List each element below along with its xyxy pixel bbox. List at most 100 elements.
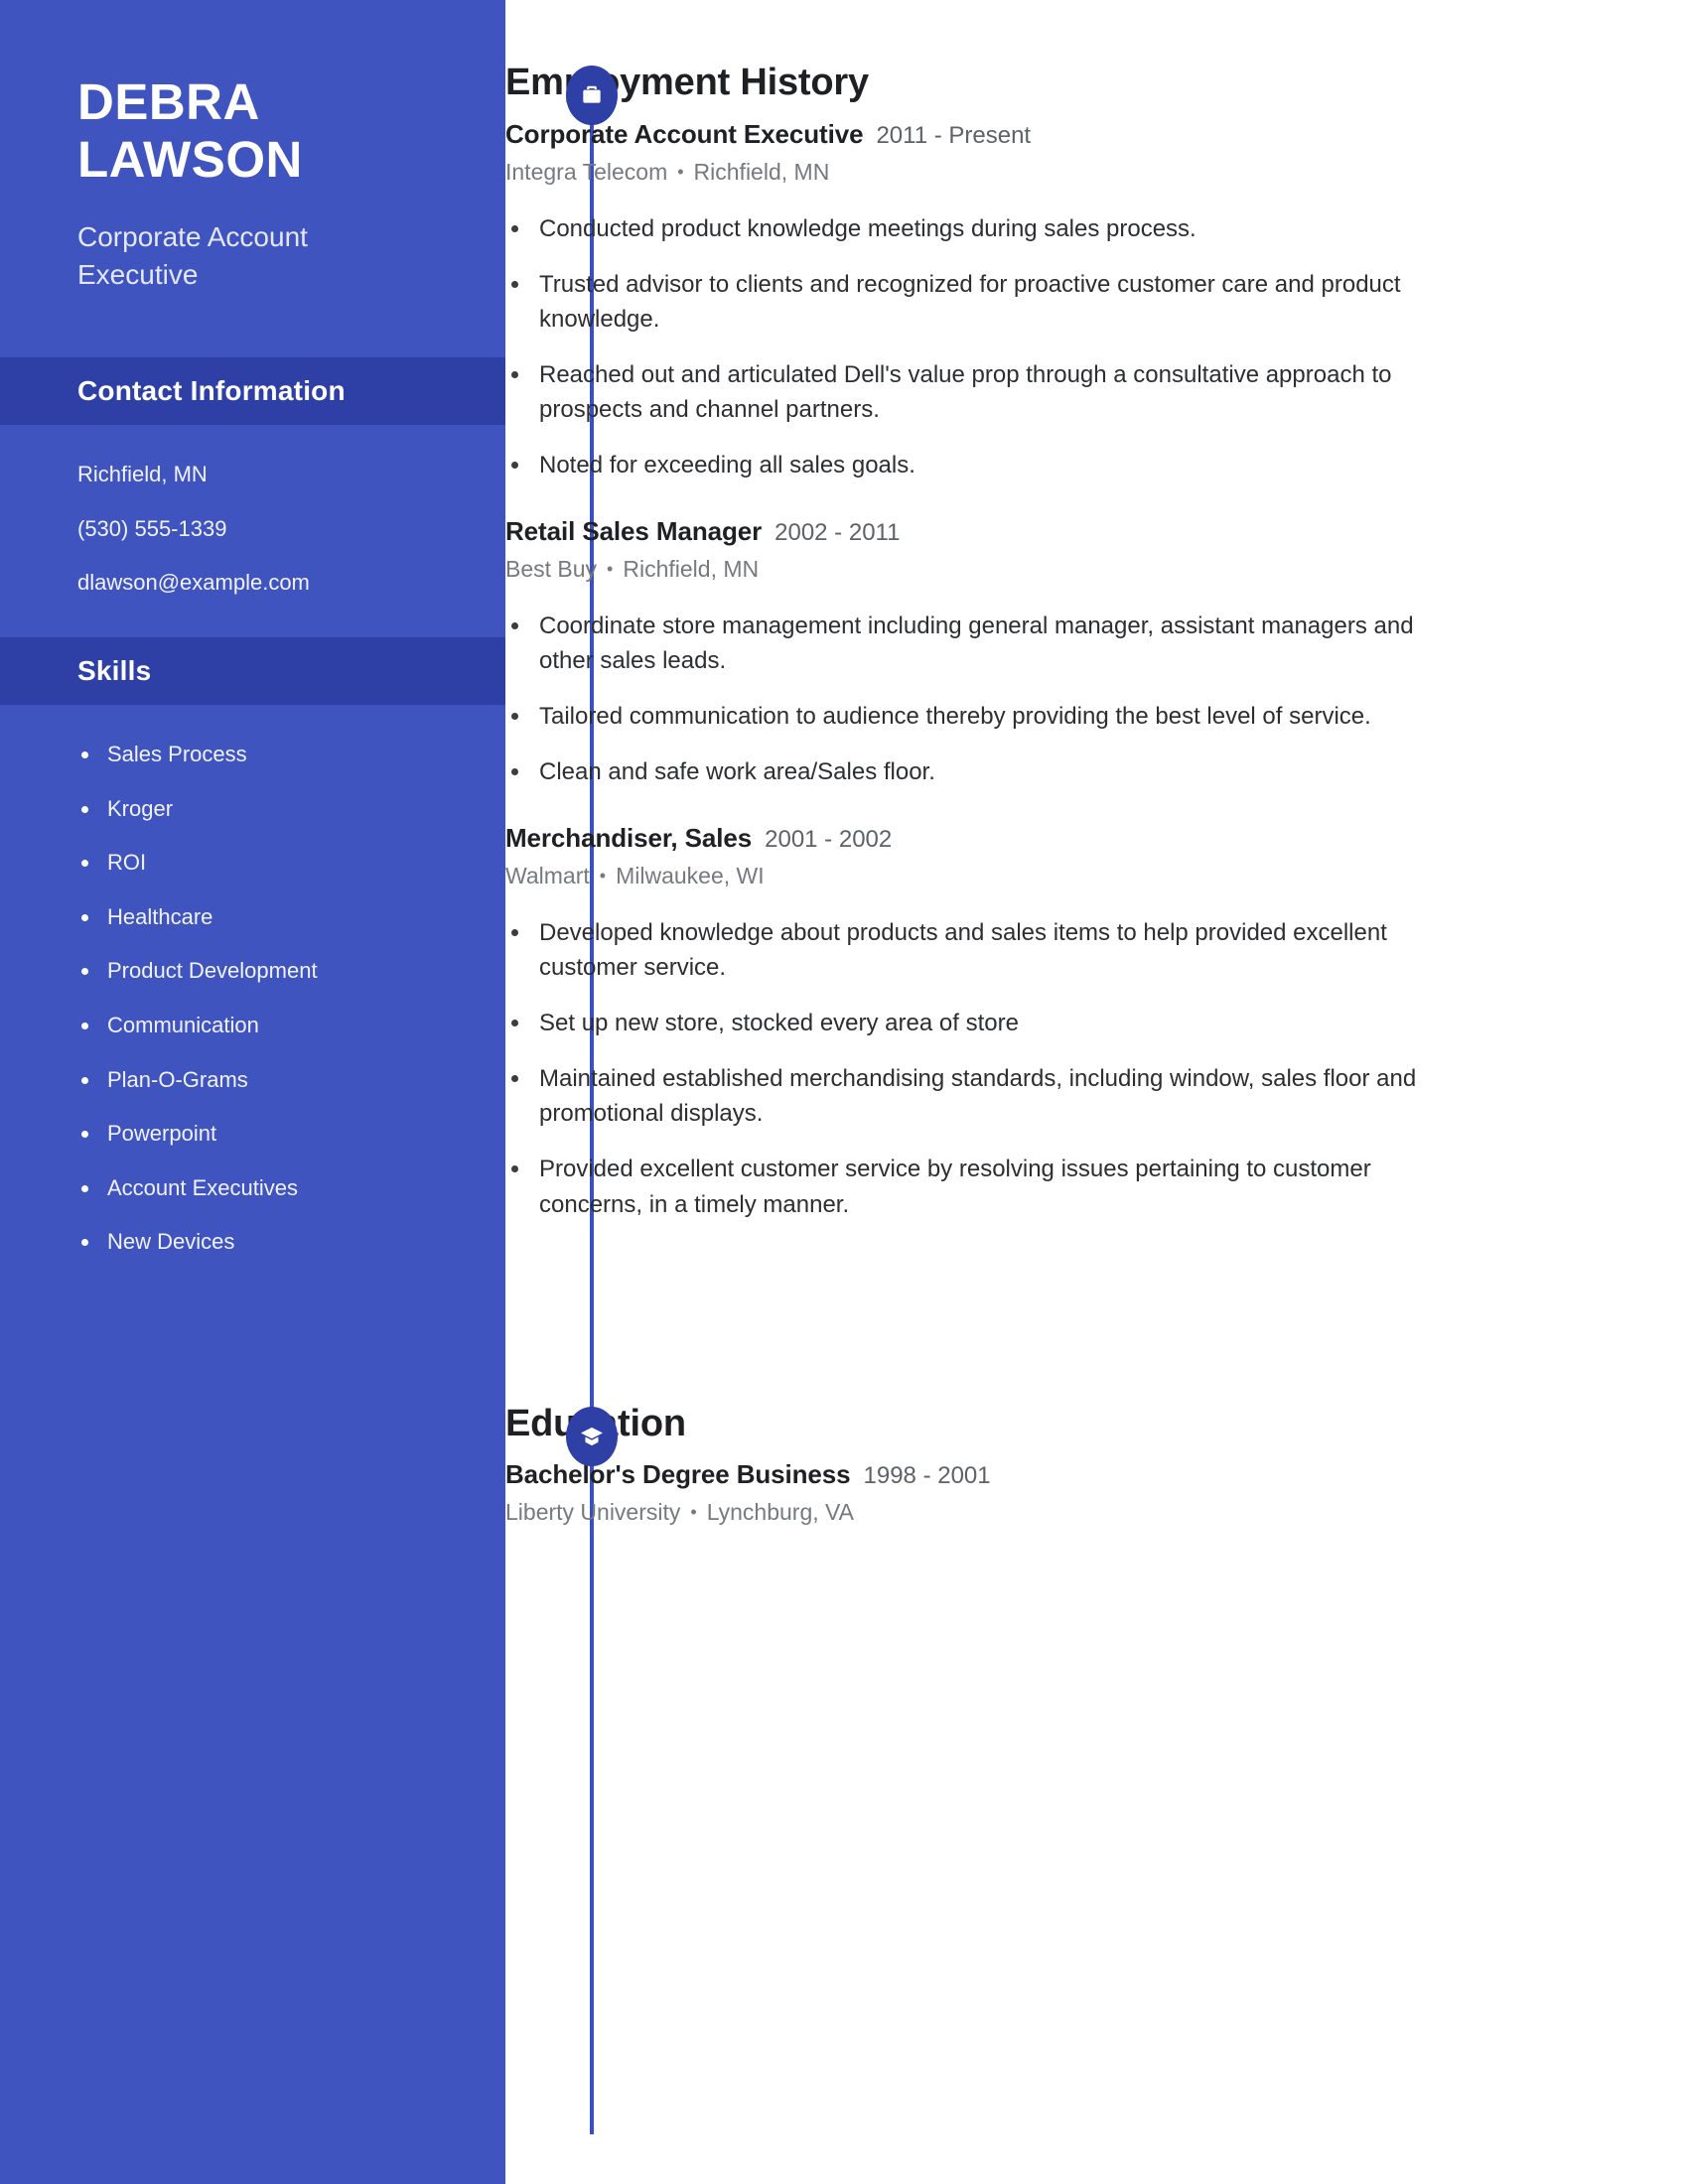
bullet-dot-icon — [511, 1075, 518, 1083]
list-item: Healthcare — [77, 903, 446, 932]
entry-company: Walmart — [505, 863, 590, 889]
skill-label: ROI — [107, 850, 147, 876]
entry-head: Retail Sales Manager 2002 - 2011 — [505, 516, 1459, 547]
skill-label: Communication — [107, 1013, 259, 1038]
skill-label: New Devices — [107, 1229, 235, 1255]
entry-role: Merchandiser, Sales — [505, 823, 753, 854]
skills-list: Sales Process Kroger ROI Healthcare Prod… — [0, 705, 505, 1297]
contact-phone: (530) 555-1339 — [77, 515, 227, 541]
entry-meta: Walmart • Milwaukee, WI — [505, 863, 1459, 889]
entry-location: Milwaukee, WI — [616, 863, 765, 889]
contact-section-header: Contact Information — [0, 357, 505, 426]
contact-email: dlawson@example.com — [77, 570, 310, 596]
list-item: New Devices — [77, 1228, 446, 1257]
list-item: Plan-O-Grams — [77, 1066, 446, 1095]
bullet-dot-icon — [81, 751, 88, 759]
entry-location: Lynchburg, VA — [706, 1499, 855, 1525]
list-item: Provided excellent customer service by r… — [505, 1152, 1419, 1221]
skills-section-header: Skills — [0, 637, 505, 706]
bullet-text: Tailored communication to audience there… — [539, 703, 1371, 731]
bullet-dot-icon — [511, 371, 518, 379]
skill-label: Product Development — [107, 958, 318, 984]
entry-head: Corporate Account Executive 2011 - Presen… — [505, 119, 1459, 150]
skill-label: Kroger — [107, 795, 174, 821]
entry-head: Merchandiser, Sales 2001 - 2002 — [505, 823, 1459, 854]
resume-page: DEBRA LAWSON Corporate Account Executive… — [0, 0, 1688, 2184]
list-item: Powerpoint — [77, 1120, 446, 1149]
contact-list: Richfield, MN (530) 555-1339 dlawson@exa… — [0, 425, 505, 637]
skill-label: Account Executives — [107, 1174, 298, 1200]
bullet-dot-icon — [81, 1023, 88, 1030]
bullet-dot-icon — [511, 768, 518, 776]
sidebar: DEBRA LAWSON Corporate Account Executive… — [0, 0, 505, 2184]
bullet-text: Coordinate store management including ge… — [539, 613, 1414, 675]
separator-dot-icon: • — [607, 559, 614, 580]
entry-bullets: Coordinate store management including ge… — [505, 609, 1459, 789]
list-item: Coordinate store management including ge… — [505, 609, 1419, 678]
contact-location: Richfield, MN — [77, 462, 208, 487]
bullet-dot-icon — [81, 1076, 88, 1084]
entry-school: Liberty University — [505, 1499, 681, 1525]
bullet-dot-icon — [511, 1165, 518, 1173]
entry-company: Best Buy — [505, 556, 598, 583]
list-item: Sales Process — [77, 741, 446, 769]
bullet-text: Noted for exceeding all sales goals. — [539, 452, 915, 479]
briefcase-icon — [566, 66, 618, 125]
list-item: Reached out and articulated Dell's value… — [505, 357, 1419, 427]
list-item: Set up new store, stocked every area of … — [505, 1006, 1419, 1040]
entry-bullets: Conducted product knowledge meetings dur… — [505, 211, 1459, 482]
separator-dot-icon: • — [690, 1502, 697, 1522]
entry-location: Richfield, MN — [693, 159, 830, 185]
employment-entry: Corporate Account Executive 2011 - Presen… — [505, 119, 1459, 482]
entry-head: Bachelor's Degree Business 1998 - 2001 — [505, 1459, 1459, 1490]
main-content: Employment History Corporate Account Exe… — [505, 0, 1688, 2184]
list-item: Account Executives — [77, 1174, 446, 1203]
bullet-text: Set up new store, stocked every area of … — [539, 1010, 1019, 1037]
list-item: Trusted advisor to clients and recognize… — [505, 267, 1419, 337]
entry-role: Corporate Account Executive — [505, 119, 864, 149]
employment-entries: Corporate Account Executive 2011 - Presen… — [505, 119, 1459, 1222]
bullet-dot-icon — [511, 929, 518, 937]
bullet-text: Maintained established merchandising sta… — [539, 1065, 1417, 1128]
bullet-dot-icon — [511, 281, 518, 289]
list-item: Noted for exceeding all sales goals. — [505, 448, 1419, 482]
bullet-dot-icon — [81, 860, 88, 868]
entry-dates: 1998 - 2001 — [863, 1462, 991, 1489]
entry-meta: Integra Telecom • Richfield, MN — [505, 159, 1459, 186]
bullet-dot-icon — [81, 805, 88, 813]
entry-degree: Bachelor's Degree Business — [505, 1459, 851, 1489]
entry-meta: Liberty University • Lynchburg, VA — [505, 1499, 1459, 1526]
bullet-dot-icon — [511, 622, 518, 630]
entry-dates: 2001 - 2002 — [765, 826, 893, 854]
bullet-dot-icon — [511, 225, 518, 232]
bullet-dot-icon — [81, 1131, 88, 1139]
headline-job-title: Corporate Account Executive — [77, 221, 308, 290]
list-item: Clean and safe work area/Sales floor. — [505, 754, 1419, 789]
bullet-dot-icon — [81, 968, 88, 976]
entry-dates: 2002 - 2011 — [774, 519, 901, 547]
list-item: Product Development — [77, 957, 446, 986]
last-name: LAWSON — [77, 131, 303, 189]
education-entry: Bachelor's Degree Business 1998 - 2001 Li… — [505, 1459, 1459, 1526]
list-item: Developed knowledge about products and s… — [505, 915, 1419, 985]
graduation-cap-icon — [566, 1407, 618, 1466]
list-item: Communication — [77, 1012, 446, 1040]
skills-section-title: Skills — [77, 655, 152, 687]
entry-location: Richfield, MN — [623, 556, 760, 583]
page-title-employment: Employment History — [505, 62, 869, 103]
bullet-dot-icon — [511, 713, 518, 721]
contact-section-title: Contact Information — [77, 375, 346, 407]
list-item: Conducted product knowledge meetings dur… — [505, 211, 1419, 246]
bullet-text: Reached out and articulated Dell's value… — [539, 361, 1392, 424]
identity-block: DEBRA LAWSON Corporate Account Executive — [0, 0, 505, 293]
entry-dates: 2011 - Present — [876, 122, 1032, 149]
entry-bullets: Developed knowledge about products and s… — [505, 915, 1459, 1221]
list-item: Tailored communication to audience there… — [505, 699, 1419, 734]
skill-label: Powerpoint — [107, 1121, 217, 1147]
entry-company: Integra Telecom — [505, 159, 668, 185]
skill-label: Plan-O-Grams — [107, 1066, 248, 1092]
skill-label: Healthcare — [107, 903, 213, 929]
